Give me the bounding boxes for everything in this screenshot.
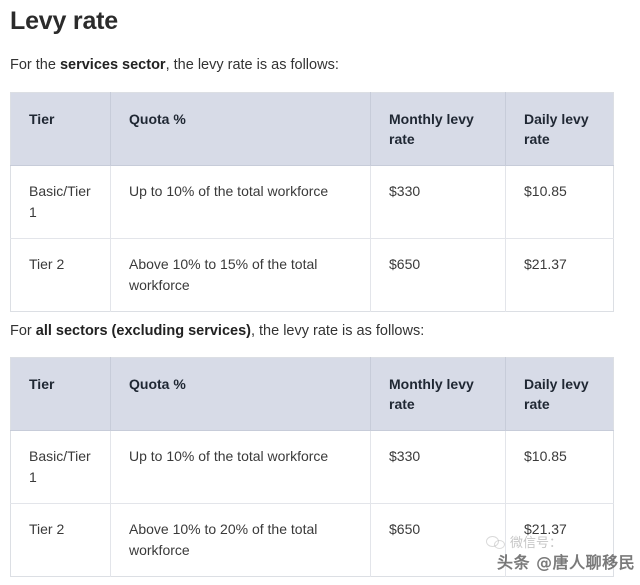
table-header-row: Tier Quota % Monthly levy rate Daily lev… (10, 357, 614, 431)
intro-paragraph-services: For the services sector, the levy rate i… (10, 36, 630, 75)
cell-tier: Tier 2 (10, 238, 111, 312)
cell-monthly-levy: $650 (370, 238, 506, 312)
intro-services-suffix: , the levy rate is as follows: (165, 57, 339, 73)
intro-all-sectors-emphasis: all sectors (excluding services) (35, 323, 251, 339)
table-row: Basic/Tier 1 Up to 10% of the total work… (10, 165, 614, 239)
cell-daily-levy: $21.37 (524, 256, 567, 272)
table-row: Tier 2 Above 10% to 20% of the total wor… (10, 503, 614, 577)
cell-monthly-levy: $650 (370, 503, 506, 577)
cell-monthly-levy: $330 (370, 165, 506, 239)
column-header-daily-levy-rate: Daily levy rate (505, 92, 614, 166)
table-header-row: Tier Quota % Monthly levy rate Daily lev… (10, 92, 614, 166)
cell-quota: Up to 10% of the total workforce (110, 165, 371, 239)
cell-tier: Basic/Tier 1 (10, 430, 111, 504)
page-title: Levy rate (10, 7, 118, 35)
cell-monthly-levy: $330 (370, 430, 506, 504)
table-row: Tier 2 Above 10% to 15% of the total wor… (10, 238, 614, 312)
cell-tier: Basic/Tier 1 (10, 165, 111, 239)
cell-quota: Above 10% to 20% of the total workforce (110, 503, 371, 577)
levy-table-services: Tier Quota % Monthly levy rate Daily lev… (10, 92, 614, 312)
cell-tier: Tier 2 (10, 503, 111, 577)
table-row: Basic/Tier 1 Up to 10% of the total work… (10, 430, 614, 504)
column-header-quota: Quota % (110, 357, 371, 431)
column-header-monthly-levy-rate: Monthly levy rate (370, 92, 506, 166)
cell-daily-levy: $10.85 (505, 430, 614, 504)
column-header-tier: Tier (10, 357, 111, 431)
intro-all-sectors-suffix: , the levy rate is as follows: (250, 323, 425, 339)
cell-daily-levy: $21.37 (524, 521, 567, 537)
column-header-tier: Tier (10, 92, 111, 166)
intro-paragraph-all-sectors: For all sectors (excluding services), th… (10, 312, 630, 341)
cell-quota: Up to 10% of the total workforce (110, 430, 371, 504)
cell-quota: Above 10% to 15% of the total workforce (110, 238, 371, 312)
column-header-quota: Quota % (110, 92, 371, 166)
intro-services-prefix: For the (10, 57, 60, 73)
column-header-daily-levy-rate: Daily levy rate (505, 357, 614, 431)
levy-rate-page: Levy rate For the services sector, the l… (0, 0, 640, 585)
intro-services-emphasis: services sector (59, 57, 166, 73)
cell-daily-levy: $10.85 (505, 165, 614, 239)
column-header-monthly-levy-rate: Monthly levy rate (370, 357, 506, 431)
levy-table-all-sectors: Tier Quota % Monthly levy rate Daily lev… (10, 357, 614, 577)
intro-all-sectors-prefix: For (10, 323, 36, 339)
